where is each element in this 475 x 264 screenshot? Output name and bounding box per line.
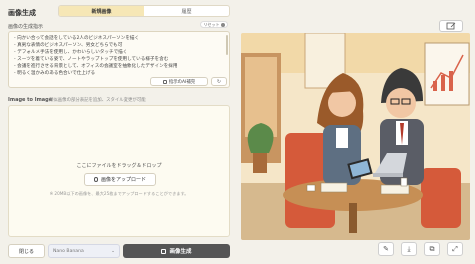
edit-icon: ✎ — [383, 245, 389, 253]
copy-icon: ⧉ — [429, 244, 435, 253]
download-icon: ⤓ — [407, 244, 411, 253]
mode-tabs: 新規画像 履歴 — [58, 5, 230, 17]
edit-button[interactable]: ✎ — [378, 242, 394, 256]
i2i-label: Image to Image — [8, 97, 53, 103]
upload-label: 画像をアップロード — [100, 177, 146, 183]
model-value: Nano Banana — [53, 248, 84, 254]
upload-note: ※ 20MB以下の画像を、最大25枚までアップロードすることができます。 — [49, 191, 189, 196]
refresh-button[interactable]: ↻ — [211, 77, 227, 86]
generated-image — [241, 33, 470, 240]
reset-icon — [220, 22, 225, 27]
close-button[interactable]: 閉じる — [8, 244, 45, 258]
ai-hint-label: 指示のAI補完 — [168, 79, 196, 85]
expand-button[interactable]: ⤢ — [447, 242, 463, 256]
ai-hint-button[interactable]: 指示のAI補完 — [150, 77, 208, 86]
right-panel: ✎ ⤓ ⧉ ⤢ — [238, 0, 475, 264]
reset-label: リセット — [203, 21, 220, 27]
tab-new-image[interactable]: 新規画像 — [59, 6, 144, 16]
drop-text: ここにファイルをドラッグ＆ドロップ — [76, 163, 162, 169]
prompt-line: - 明るく温かみのある色合いで仕上げる — [14, 71, 96, 76]
model-select[interactable]: Nano Banana ⌄ — [48, 244, 120, 258]
upload-button[interactable]: 画像をアップロード — [84, 173, 156, 186]
expand-icon: ⤢ — [452, 244, 458, 253]
generate-button[interactable]: 画像生成 — [123, 244, 230, 258]
paperclip-icon — [93, 177, 98, 182]
prompt-line: - デフォルメ手法を使用し、かわいらしいタッチで描く — [14, 50, 128, 55]
edit-icon — [446, 22, 456, 30]
prompt-line: - 会議を進行させる背景として、オフィスの会議室を抽象化したデザインを採用 — [14, 64, 178, 69]
sparkle-icon — [162, 79, 167, 84]
edit-image-button[interactable] — [439, 20, 463, 32]
left-panel: 画像生成 新規画像 履歴 画像の生成指示 リセット - 向かい合って会話をしてい… — [0, 0, 238, 264]
refresh-icon: ↻ — [216, 78, 222, 85]
prompt-line: - 向かい合って会話をしている2人のビジネスパーソンを描く — [14, 36, 140, 41]
page-title: 画像生成 — [8, 9, 36, 17]
download-button[interactable]: ⤓ — [401, 242, 417, 256]
reset-button[interactable]: リセット — [200, 21, 228, 28]
image-icon — [161, 248, 167, 254]
i2i-sublabel: 類似画像の部分表記を追加、スタイル変更が可能 — [49, 98, 146, 103]
image-action-bar: ✎ ⤓ ⧉ ⤢ — [378, 242, 463, 256]
prompt-line: - スーツを着ている姿で、ノートやラップトップを使用している様子を含む — [14, 57, 169, 62]
prompt-scrollbar[interactable] — [226, 35, 228, 55]
copy-button[interactable]: ⧉ — [424, 242, 440, 256]
business-meeting-illustration — [241, 33, 470, 240]
prompt-line: - 真剣な表情のビジネスパーソン、男女どちらでも可 — [14, 43, 123, 48]
generate-label: 画像生成 — [169, 249, 192, 255]
prompt-label: 画像の生成指示 — [8, 24, 44, 30]
tab-history[interactable]: 履歴 — [144, 6, 229, 16]
chevron-down-icon: ⌄ — [111, 248, 115, 254]
image-drop-zone[interactable]: ここにファイルをドラッグ＆ドロップ 画像をアップロード ※ 20MB以下の画像を… — [8, 105, 230, 237]
